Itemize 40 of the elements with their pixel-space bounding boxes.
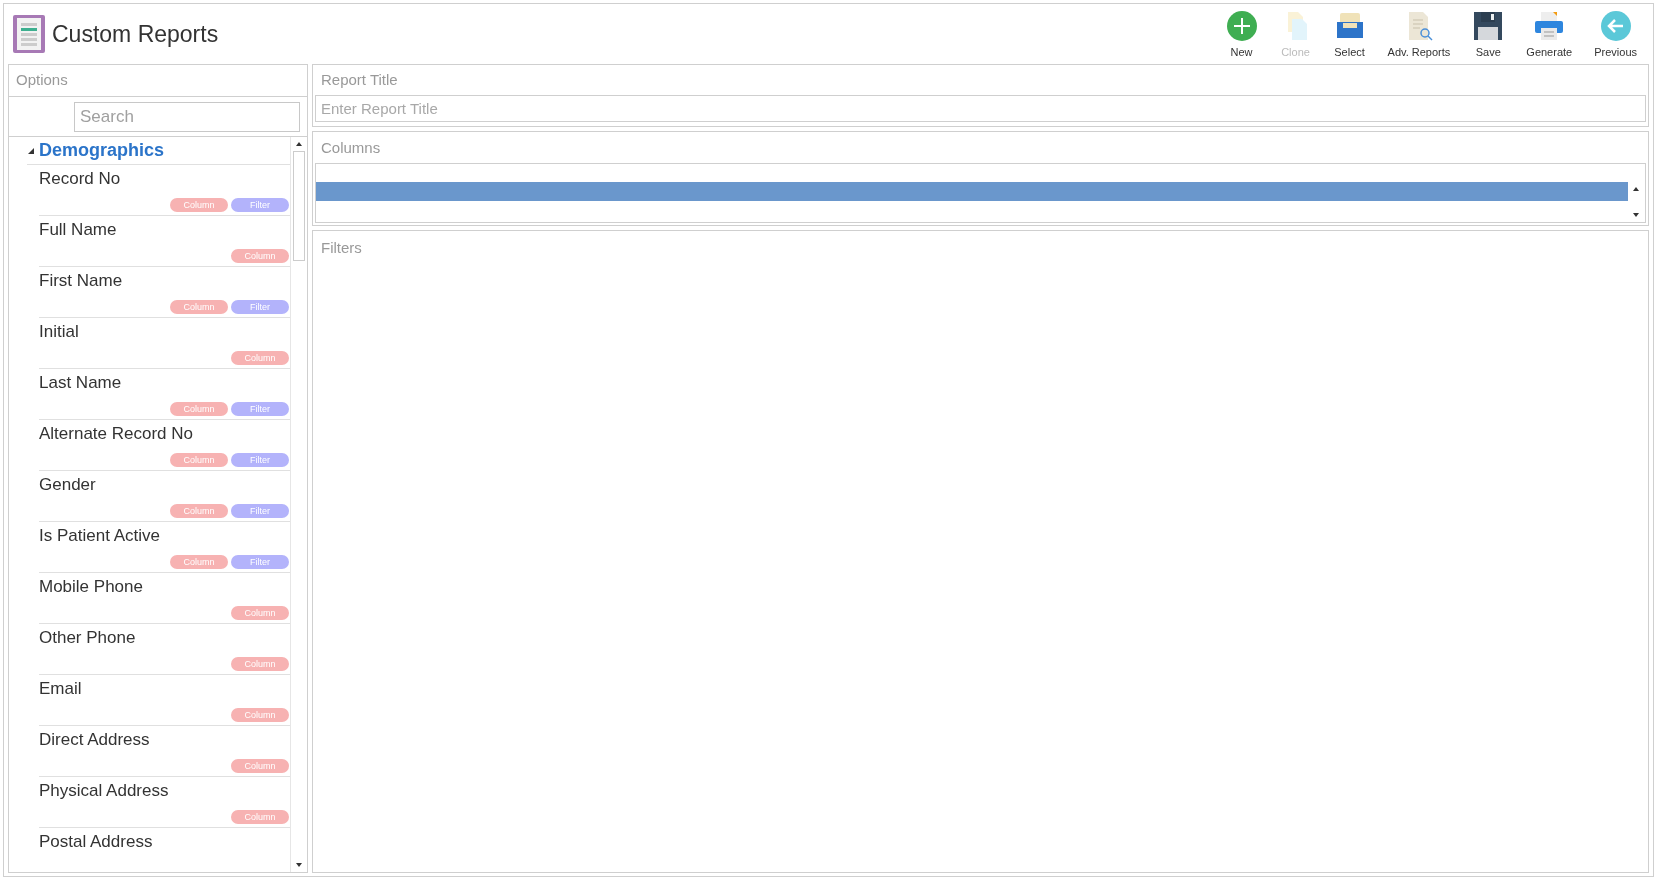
option-label: Full Name <box>39 219 117 241</box>
panel-title: Filters <box>321 238 363 258</box>
plus-icon <box>1225 9 1258 42</box>
option-label: Postal Address <box>39 831 153 853</box>
option-row[interactable]: Other Phone Column <box>39 624 290 675</box>
option-label: First Name <box>39 270 123 292</box>
option-row[interactable]: Full Name Column <box>39 216 290 267</box>
option-label: Gender <box>39 474 96 496</box>
clipboard-icon <box>12 14 46 54</box>
search-field[interactable]: Search <box>74 101 300 132</box>
option-row[interactable]: Mobile Phone Column <box>39 573 290 624</box>
panel-title: Options <box>16 70 68 91</box>
option-label: Mobile Phone <box>39 576 143 598</box>
panel-title: Columns <box>320 138 382 158</box>
option-row[interactable]: Email Column <box>39 675 290 726</box>
option-row[interactable]: Physical Address Column <box>39 777 290 828</box>
toolbar-button[interactable]: Save <box>1464 9 1513 61</box>
option-label: Initial <box>39 321 79 343</box>
toolbar-button[interactable]: Generate <box>1518 9 1581 61</box>
option-label: Record No <box>39 168 121 190</box>
tree-group[interactable]: Demographics <box>27 137 290 165</box>
toolbar-button[interactable]: Adv. Reports <box>1379 9 1459 61</box>
scroll-thumb[interactable] <box>293 151 305 261</box>
printer-icon <box>1533 9 1566 42</box>
toolbar-button[interactable]: New <box>1217 9 1266 61</box>
toolbar-button[interactable]: Previous <box>1586 9 1645 61</box>
option-row[interactable]: Postal Address <box>39 828 290 872</box>
option-row[interactable]: Initial Column <box>39 318 290 369</box>
report-title-field[interactable]: Enter Report Title <box>315 95 1646 122</box>
option-label: Is Patient Active <box>39 525 160 547</box>
option-label: Other Phone <box>39 627 136 649</box>
page-title: Custom Reports <box>52 19 219 49</box>
option-label: Email <box>39 678 82 700</box>
toolbar-button[interactable]: Select <box>1325 9 1374 61</box>
option-label: Physical Address <box>39 780 169 802</box>
option-label: Alternate Record No <box>39 423 194 445</box>
option-row[interactable]: Direct Address Column <box>39 726 290 777</box>
panel-title: Report Title <box>320 70 399 90</box>
option-label: Last Name <box>39 372 122 394</box>
option-label: Direct Address <box>39 729 150 751</box>
